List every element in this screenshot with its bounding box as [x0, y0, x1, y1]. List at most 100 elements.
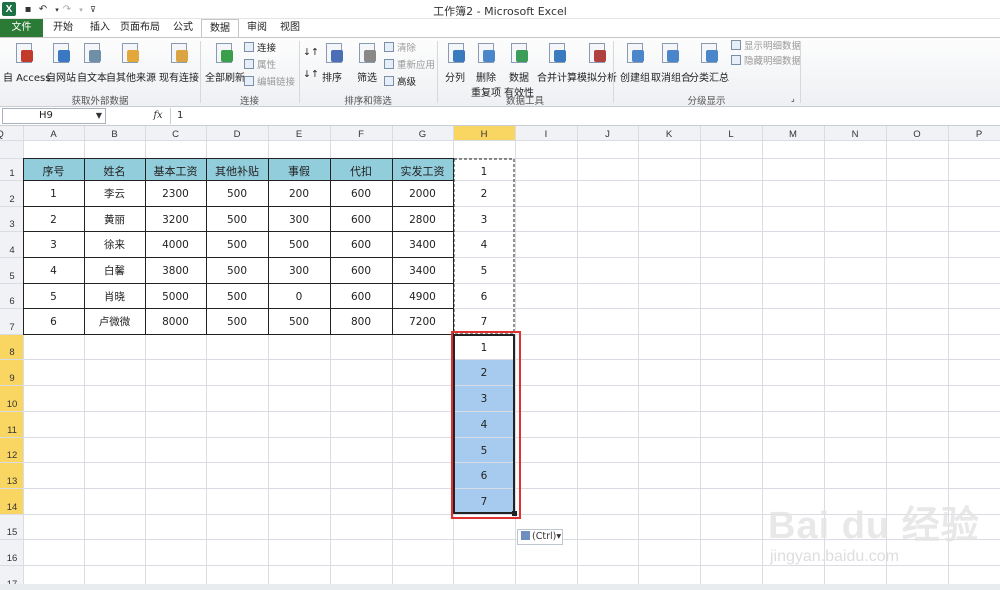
- tab-4[interactable]: 公式: [167, 19, 199, 37]
- column-header-N[interactable]: N: [852, 129, 859, 140]
- tab-3[interactable]: 页面布局: [114, 19, 166, 37]
- table-header-cell[interactable]: 其他补贴: [215, 164, 259, 178]
- row-header-11[interactable]: 11: [7, 425, 17, 436]
- copied-cell[interactable]: 1: [481, 166, 488, 178]
- table-cell[interactable]: 1: [50, 188, 57, 200]
- table-cell[interactable]: 黄丽: [104, 213, 125, 226]
- table-cell[interactable]: 3400: [409, 265, 436, 277]
- table-cell[interactable]: 8000: [162, 316, 189, 328]
- tab-7[interactable]: 视图: [273, 19, 307, 37]
- copied-cell[interactable]: 2: [481, 188, 488, 200]
- row-header-16[interactable]: 16: [7, 553, 18, 564]
- table-header-cell[interactable]: 姓名: [104, 164, 126, 178]
- table-cell[interactable]: 4900: [409, 291, 436, 303]
- table-cell[interactable]: 500: [227, 265, 247, 277]
- ribbon-button-11[interactable]: 合并计算: [537, 41, 577, 84]
- table-header-cell[interactable]: 实发工资: [401, 164, 445, 178]
- dialog-launcher-icon[interactable]: ⌟: [791, 92, 795, 106]
- table-cell[interactable]: 2: [50, 214, 57, 226]
- table-cell[interactable]: 200: [289, 188, 309, 200]
- table-cell[interactable]: 600: [351, 214, 371, 226]
- ribbon-button-1[interactable]: 自网站: [46, 41, 76, 84]
- column-header-H[interactable]: H: [481, 129, 488, 140]
- chevron-down-icon[interactable]: ▼: [96, 109, 102, 123]
- tab-1[interactable]: 开始: [45, 19, 81, 37]
- tab-2[interactable]: 插入: [82, 19, 118, 37]
- column-header-F[interactable]: F: [358, 129, 364, 140]
- table-cell[interactable]: 7200: [409, 316, 436, 328]
- pasted-cell[interactable]: 4: [481, 419, 488, 431]
- column-header-Q[interactable]: Q: [0, 129, 4, 140]
- tab-6[interactable]: 审阅: [241, 19, 273, 37]
- column-header-C[interactable]: C: [172, 129, 179, 140]
- ribbon-button-13[interactable]: 创建组: [620, 41, 650, 84]
- ribbon-button-6[interactable]: 排序: [322, 41, 343, 84]
- table-cell[interactable]: 4: [50, 265, 57, 277]
- pasted-cell[interactable]: 1: [481, 342, 488, 354]
- table-cell[interactable]: 2800: [409, 214, 436, 226]
- row-header-8[interactable]: 8: [9, 347, 14, 358]
- column-header-B[interactable]: B: [111, 129, 117, 140]
- tab-5[interactable]: 数据: [201, 19, 239, 38]
- ribbon-small-button-7[interactable]: 隐藏明细数据: [731, 55, 801, 69]
- row-header-13[interactable]: 13: [7, 476, 18, 487]
- ribbon-button-15[interactable]: 分类汇总: [689, 41, 729, 84]
- row-header-3[interactable]: 3: [9, 219, 14, 230]
- pasted-cell[interactable]: 6: [481, 470, 488, 482]
- ribbon-button-8[interactable]: 分列: [444, 41, 466, 84]
- pasted-cell[interactable]: 5: [481, 445, 488, 457]
- sort-descending-icon[interactable]: ↓↑: [303, 68, 319, 82]
- row-header-14[interactable]: 14: [7, 502, 18, 513]
- row-header-5[interactable]: 5: [9, 271, 14, 282]
- pasted-cell[interactable]: 2: [481, 367, 488, 379]
- column-header-J[interactable]: J: [605, 129, 610, 140]
- row-header-12[interactable]: 12: [7, 450, 18, 461]
- table-cell[interactable]: 6: [50, 316, 57, 328]
- row-header-1[interactable]: 1: [9, 168, 14, 179]
- ribbon-button-0[interactable]: 自 Access: [3, 41, 50, 84]
- table-cell[interactable]: 卢微微: [99, 315, 131, 328]
- row-header-15[interactable]: 15: [7, 527, 18, 538]
- table-cell[interactable]: 白馨: [104, 264, 125, 277]
- table-cell[interactable]: 500: [227, 188, 247, 200]
- row-header-2[interactable]: 2: [9, 194, 14, 205]
- tab-0[interactable]: 文件: [0, 19, 43, 37]
- column-header-K[interactable]: K: [666, 129, 673, 140]
- ribbon-small-button-3[interactable]: 清除: [384, 42, 416, 56]
- ribbon-small-button-5[interactable]: 高级: [384, 76, 416, 90]
- table-cell[interactable]: 3200: [162, 214, 189, 226]
- row-header-6[interactable]: 6: [9, 296, 14, 307]
- horizontal-scrollbar[interactable]: [0, 584, 1000, 590]
- ribbon-small-button-2[interactable]: 编辑链接: [244, 76, 295, 90]
- table-cell[interactable]: 600: [351, 265, 371, 277]
- column-header-P[interactable]: P: [976, 129, 982, 140]
- name-box[interactable]: H9 ▼: [2, 108, 106, 124]
- ribbon-button-2[interactable]: 自文本: [77, 41, 107, 84]
- table-cell[interactable]: 500: [289, 316, 309, 328]
- table-cell[interactable]: 600: [351, 291, 371, 303]
- table-header-cell[interactable]: 序号: [43, 164, 65, 178]
- table-cell[interactable]: 4000: [162, 239, 189, 251]
- table-cell[interactable]: 600: [351, 188, 371, 200]
- pasted-cell[interactable]: 3: [481, 393, 488, 405]
- row-header-7[interactable]: 7: [9, 322, 14, 333]
- table-cell[interactable]: 徐来: [104, 238, 125, 251]
- paste-options-button[interactable]: (Ctrl)▾: [517, 529, 563, 545]
- ribbon-button-12[interactable]: 模拟分析: [577, 41, 617, 84]
- column-header-M[interactable]: M: [789, 129, 797, 140]
- table-cell[interactable]: 800: [351, 316, 371, 328]
- table-cell[interactable]: 5000: [162, 291, 189, 303]
- fill-handle[interactable]: [512, 511, 517, 516]
- pasted-cell[interactable]: 7: [481, 496, 488, 508]
- row-header-9[interactable]: 9: [9, 373, 14, 384]
- column-header-O[interactable]: O: [913, 129, 920, 140]
- sort-ascending-icon[interactable]: ↓↑: [303, 46, 319, 60]
- table-cell[interactable]: 肖晓: [104, 290, 125, 303]
- ribbon-small-button-0[interactable]: 连接: [244, 42, 276, 56]
- copied-cell[interactable]: 6: [481, 291, 488, 303]
- table-cell[interactable]: 3: [50, 239, 57, 251]
- table-header-cell[interactable]: 事假: [288, 164, 310, 178]
- ribbon-button-4[interactable]: 现有连接: [159, 41, 199, 84]
- formula-input[interactable]: 1: [170, 108, 1000, 124]
- table-cell[interactable]: 500: [227, 239, 247, 251]
